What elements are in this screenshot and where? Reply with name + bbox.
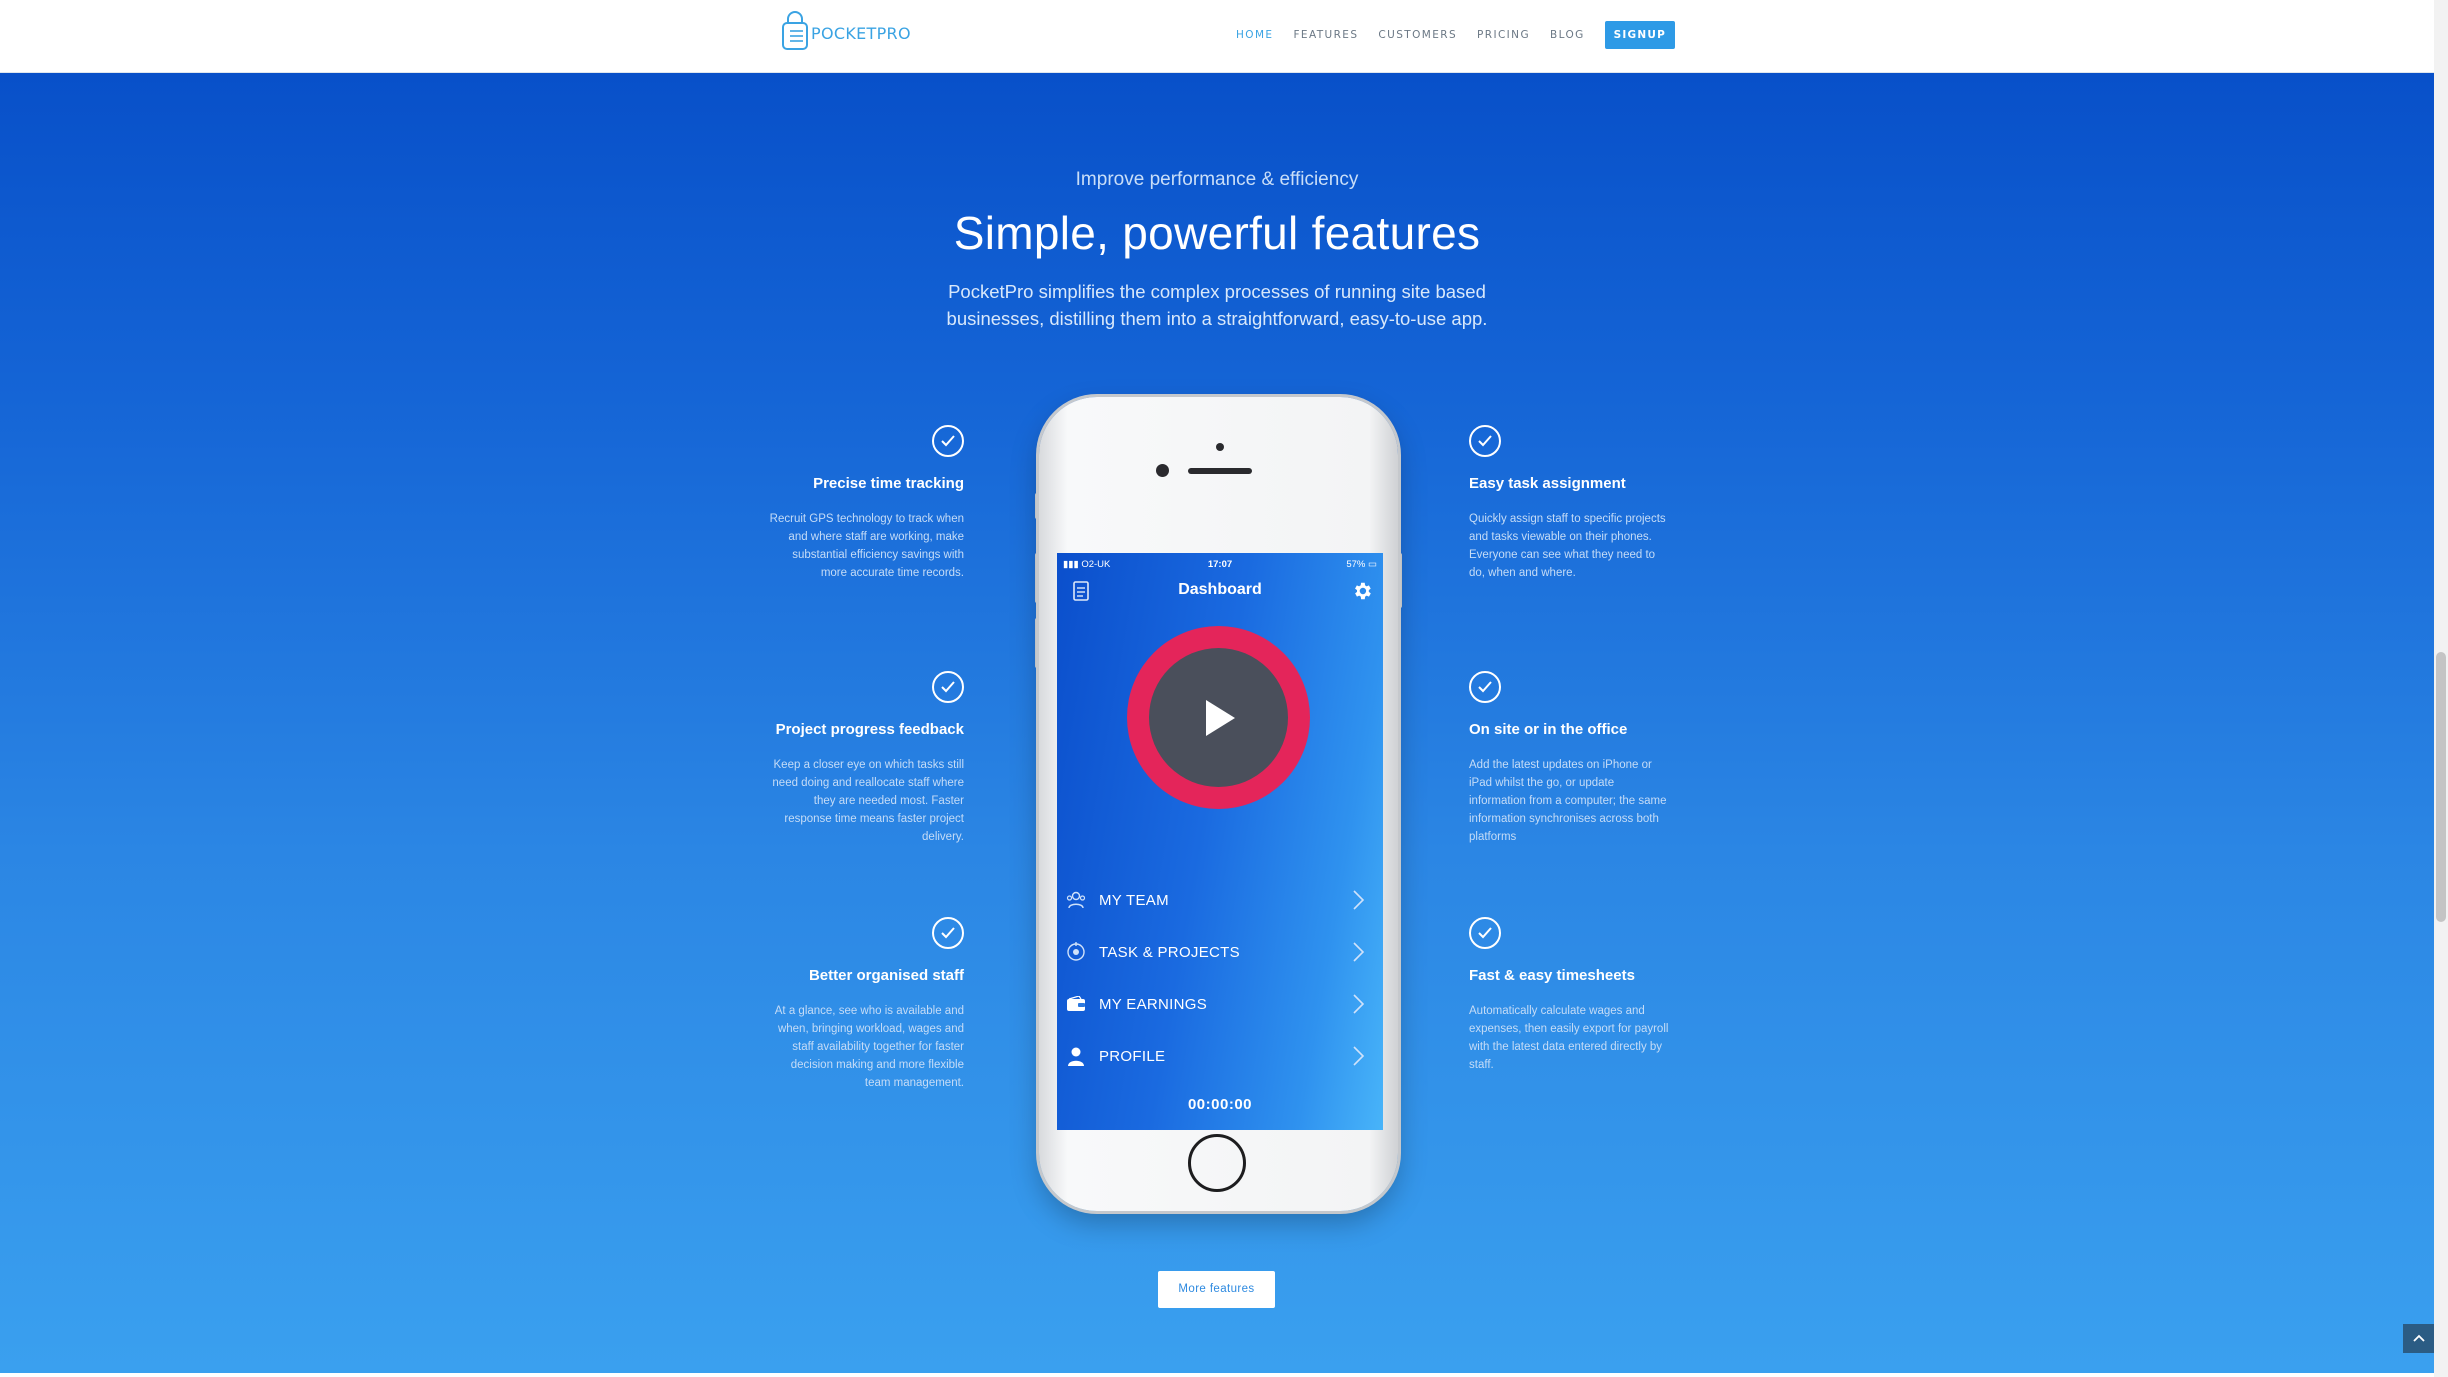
main-nav: HOME FEATURES CUSTOMERS PRICING BLOG SIG… bbox=[1236, 21, 1675, 49]
nav-features[interactable]: FEATURES bbox=[1293, 22, 1358, 48]
nav-blog[interactable]: BLOG bbox=[1550, 22, 1585, 48]
section-bottom-edge bbox=[0, 1373, 2434, 1377]
menu-item-profile[interactable]: PROFILE bbox=[1057, 1036, 1383, 1076]
status-bar: ▮▮▮ O2-UK 17:07 57% ▭ bbox=[1057, 559, 1383, 573]
user-icon bbox=[1064, 1044, 1088, 1068]
feature-title: Fast & easy timesheets bbox=[1469, 967, 1635, 984]
clock-label: 17:07 bbox=[1207, 559, 1233, 570]
nav-customers[interactable]: CUSTOMERS bbox=[1378, 22, 1457, 48]
feature-title: Project progress feedback bbox=[775, 721, 964, 738]
menu-item-my-earnings[interactable]: MY EARNINGS bbox=[1057, 984, 1383, 1024]
feature-text: Quickly assign staff to specific project… bbox=[1469, 513, 1666, 579]
chevron-right-icon bbox=[1351, 1045, 1365, 1072]
battery-text: 57% bbox=[1346, 559, 1366, 570]
nav-home[interactable]: HOME bbox=[1236, 22, 1273, 48]
description-line-2: businesses, distilling them into a strai… bbox=[946, 308, 1488, 329]
menu-label: TASK & PROJECTS bbox=[1099, 943, 1240, 961]
phone-home-button bbox=[1188, 1134, 1246, 1192]
phone-side-button bbox=[1398, 553, 1402, 608]
feature-title: Better organised staff bbox=[808, 967, 964, 984]
feature-title: Easy task assignment bbox=[1469, 475, 1626, 492]
feature-title: On site or in the office bbox=[1469, 721, 1628, 738]
feature-text: Keep a closer eye on which tasks still n… bbox=[772, 759, 964, 843]
phone-speaker bbox=[1188, 468, 1252, 474]
menu-label: PROFILE bbox=[1099, 1047, 1166, 1065]
site-header: POCKETPRO HOME FEATURES CUSTOMERS PRICIN… bbox=[0, 0, 2434, 73]
play-icon bbox=[1149, 648, 1288, 787]
signup-button[interactable]: SIGNUP bbox=[1604, 21, 1675, 49]
section-eyebrow: Improve performance & efficiency bbox=[1075, 169, 1359, 190]
menu-label: MY TEAM bbox=[1099, 891, 1169, 909]
check-circle-icon bbox=[932, 917, 964, 949]
check-circle-icon bbox=[1469, 917, 1501, 949]
check-circle-icon bbox=[932, 671, 964, 703]
timer-display: 00:00:00 bbox=[1187, 1096, 1253, 1113]
scroll-to-top-button[interactable] bbox=[2403, 1324, 2434, 1353]
more-features-button[interactable]: More features bbox=[1158, 1271, 1275, 1308]
feature-text: Recruit GPS technology to track when and… bbox=[769, 513, 964, 579]
nav-pricing[interactable]: PRICING bbox=[1477, 22, 1530, 48]
section-description: PocketPro simplifies the complex process… bbox=[917, 278, 1517, 332]
phone-sensor bbox=[1216, 443, 1224, 451]
scrollbar-thumb[interactable] bbox=[2436, 652, 2446, 922]
logo-text: POCKETPRO bbox=[811, 23, 911, 43]
chevron-right-icon bbox=[1351, 889, 1365, 916]
feature-text: At a glance, see who is available and wh… bbox=[774, 1005, 964, 1089]
chevron-right-icon bbox=[1351, 993, 1365, 1020]
screen-title: Dashboard bbox=[1178, 581, 1262, 598]
menu-item-my-team[interactable]: MY TEAM bbox=[1057, 880, 1383, 920]
chevron-right-icon bbox=[1351, 941, 1365, 968]
check-circle-icon bbox=[1469, 671, 1501, 703]
phone-mockup: ▮▮▮ O2-UK 17:07 57% ▭ Dashboard MY TEAM … bbox=[1039, 397, 1398, 1211]
check-circle-icon bbox=[932, 425, 964, 457]
features-section: Improve performance & efficiency Simple,… bbox=[0, 73, 2434, 1373]
logo-icon bbox=[782, 11, 808, 50]
wallet-icon bbox=[1064, 992, 1088, 1016]
feature-time-tracking: Precise time tracking Recruit GPS techno… bbox=[764, 425, 964, 582]
feature-timesheets: Fast & easy timesheets Automatically cal… bbox=[1469, 917, 1669, 1074]
phone-camera bbox=[1156, 464, 1169, 477]
menu-item-tasks-projects[interactable]: TASK & PROJECTS bbox=[1057, 932, 1383, 972]
feature-organised-staff: Better organised staff At a glance, see … bbox=[764, 917, 964, 1092]
pocketpro-logo[interactable]: POCKETPRO bbox=[781, 10, 911, 52]
gear-icon[interactable] bbox=[1351, 580, 1373, 607]
section-title: Simple, powerful features bbox=[953, 207, 1481, 259]
feature-title: Precise time tracking bbox=[813, 475, 964, 492]
team-icon bbox=[1064, 888, 1088, 912]
feature-text: Automatically calculate wages and expens… bbox=[1469, 1005, 1669, 1071]
projects-icon bbox=[1064, 940, 1088, 964]
battery-label: 57% ▭ bbox=[1346, 559, 1377, 570]
play-button[interactable] bbox=[1127, 626, 1310, 809]
app-screen: ▮▮▮ O2-UK 17:07 57% ▭ Dashboard MY TEAM … bbox=[1057, 553, 1383, 1130]
check-circle-icon bbox=[1469, 425, 1501, 457]
description-line-1: PocketPro simplifies the complex process… bbox=[948, 281, 1486, 302]
feature-onsite-office: On site or in the office Add the latest … bbox=[1469, 671, 1669, 846]
feature-text: Add the latest updates on iPhone or iPad… bbox=[1469, 759, 1667, 843]
menu-label: MY EARNINGS bbox=[1099, 995, 1208, 1013]
feature-progress-feedback: Project progress feedback Keep a closer … bbox=[764, 671, 964, 846]
chevron-up-icon bbox=[2412, 1330, 2426, 1348]
feature-task-assignment: Easy task assignment Quickly assign staf… bbox=[1469, 425, 1669, 582]
